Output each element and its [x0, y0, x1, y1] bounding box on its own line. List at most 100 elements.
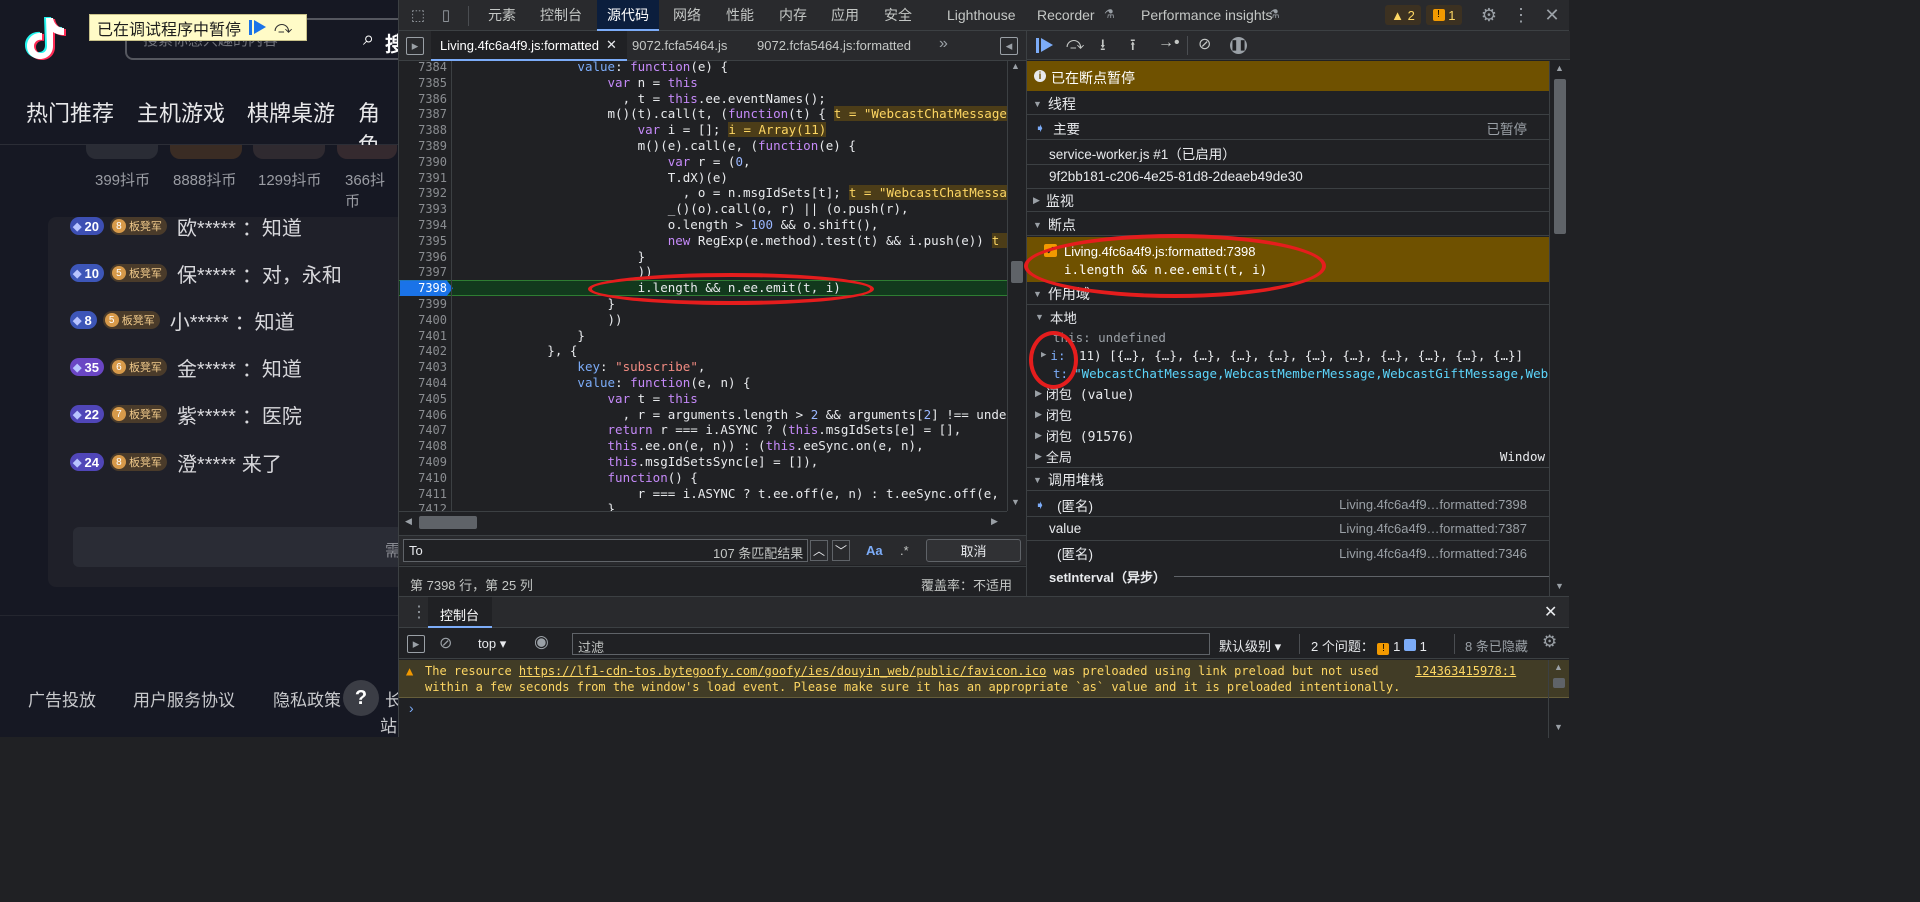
line-number[interactable]: 7386	[399, 92, 447, 106]
issues-badge[interactable]: ! 1	[1426, 5, 1462, 25]
call-frame[interactable]: ➧ (匿名) Living.4fc6a4f9…formatted:7398	[1027, 493, 1549, 517]
source-tab-active[interactable]: Living.4fc6a4f9.js:formatted ✕	[431, 31, 627, 61]
drawer-menu-icon[interactable]: ⋮	[411, 602, 427, 622]
step-into-icon[interactable]: ⭳	[1100, 34, 1106, 61]
console-scrollbar[interactable]: ▲ ▼	[1548, 660, 1569, 738]
footer-link-ads[interactable]: 广告投放	[28, 686, 96, 711]
devtools-tab[interactable]: 源代码	[597, 0, 659, 31]
line-number[interactable]: 7399	[399, 297, 447, 311]
gift-item[interactable]	[86, 145, 158, 159]
previous-match-icon[interactable]: ︿	[810, 540, 828, 561]
search-button-label[interactable]: 搜	[385, 28, 398, 57]
scroll-thumb[interactable]	[1011, 261, 1023, 283]
chat-username[interactable]: 金*****	[177, 353, 236, 382]
code-horizontal-scrollbar[interactable]: ◀ ▶	[399, 511, 1007, 532]
devtools-tab[interactable]: 网络	[663, 0, 711, 31]
line-number[interactable]: 7412	[399, 502, 447, 511]
scope-var-i[interactable]: ▶ i: (11) [{…}, {…}, {…}, {…}, {…}, {…},…	[1027, 346, 1549, 364]
console-prompt-icon[interactable]: ›	[409, 700, 414, 716]
find-input[interactable]: To 107 条匹配结果	[403, 539, 808, 562]
step-over-icon[interactable]: ⤼	[1066, 34, 1084, 54]
next-match-icon[interactable]: ﹀	[832, 540, 850, 561]
line-number[interactable]: 7405	[399, 392, 447, 406]
line-number[interactable]: 7385	[399, 76, 447, 90]
chat-message[interactable]: ◆ 24 8 板凳军 澄***** 来了	[70, 448, 282, 477]
devtools-tab[interactable]: 控制台	[530, 0, 592, 31]
line-number[interactable]: 7393	[399, 202, 447, 216]
help-icon[interactable]: ?	[343, 680, 379, 716]
console-filter-input[interactable]: 过滤	[572, 633, 1210, 655]
tiktok-logo[interactable]	[22, 14, 66, 60]
line-number[interactable]: 7400	[399, 313, 447, 327]
chat-message[interactable]: ◆ 10 5 板凳军 保***** ：对，永和	[70, 259, 342, 288]
toggle-debugger-sidebar-icon[interactable]: ◂	[1000, 37, 1018, 55]
scope-closure[interactable]: ▶ 闭包	[1027, 404, 1549, 425]
line-number[interactable]: 7396	[399, 250, 447, 264]
footer-link-partial[interactable]: 长	[385, 686, 398, 711]
more-options-icon[interactable]: ⋮	[1511, 5, 1531, 25]
line-number[interactable]: 7406	[399, 408, 447, 422]
scroll-thumb[interactable]	[419, 516, 477, 529]
call-frame[interactable]: value Living.4fc6a4f9…formatted:7387	[1027, 517, 1549, 541]
line-number[interactable]: 7389	[399, 139, 447, 153]
gift-item[interactable]	[337, 145, 397, 159]
resume-icon[interactable]	[1036, 38, 1053, 53]
warnings-badge[interactable]: ▲ 2	[1385, 5, 1421, 25]
footer-link-terms[interactable]: 用户服务协议	[133, 686, 235, 711]
inspect-element-icon[interactable]: ⬚	[409, 6, 427, 24]
line-number[interactable]: 7402	[399, 344, 447, 358]
chat-message[interactable]: ◆ 35 6 板凳军 金***** ：知道	[70, 353, 302, 382]
line-number[interactable]: 7408	[399, 439, 447, 453]
line-number[interactable]: 7388	[399, 123, 447, 137]
code-editor[interactable]: 7384 value: function(e) {7385 var n = th…	[399, 61, 1007, 511]
watch-section-header[interactable]: ▶ 监视	[1027, 190, 1549, 212]
chat-username[interactable]: 保*****	[177, 259, 236, 288]
source-tab[interactable]: 9072.fcfa5464.js:formatted	[757, 38, 911, 53]
thread-service-worker[interactable]: service-worker.js #1（已启用）	[1027, 141, 1549, 165]
drawer-console-tab[interactable]: 控制台	[428, 597, 492, 628]
toggle-navigator-icon[interactable]: ▸	[406, 37, 424, 55]
line-number[interactable]: 7391	[399, 171, 447, 185]
sidebar-scrollbar[interactable]: ▲ ▼	[1549, 61, 1570, 596]
line-number[interactable]: 7392	[399, 186, 447, 200]
category-hot[interactable]: 热门推荐	[26, 96, 114, 128]
line-number[interactable]: 7410	[399, 471, 447, 485]
step-out-icon[interactable]: ⭱	[1130, 34, 1136, 61]
close-drawer-icon[interactable]: ✕	[1544, 602, 1557, 622]
more-tabs-icon[interactable]: »	[939, 35, 948, 53]
scope-var-t[interactable]: t: "WebcastChatMessage,WebcastMemberMess…	[1027, 364, 1549, 382]
line-number[interactable]: 7411	[399, 487, 447, 501]
scope-global[interactable]: ▶ 全局 Window	[1027, 446, 1549, 468]
thread-id[interactable]: 9f2bb181-c206-4e25-81d8-2deaeb49de30	[1027, 165, 1549, 189]
line-number[interactable]: 7403	[399, 360, 447, 374]
live-expression-eye-icon[interactable]: ◉	[534, 632, 549, 652]
frame-location[interactable]: Living.4fc6a4f9…formatted:7398	[1339, 497, 1527, 512]
line-number[interactable]: 7384	[399, 61, 447, 74]
footer-link-privacy[interactable]: 隐私政策	[273, 686, 341, 711]
match-case-toggle[interactable]: Aa	[866, 543, 883, 558]
gift-item[interactable]	[253, 145, 325, 159]
line-number[interactable]: 7404	[399, 376, 447, 390]
line-number[interactable]: 7407	[399, 423, 447, 437]
callstack-section-header[interactable]: ▼ 调用堆栈	[1027, 469, 1549, 491]
device-toolbar-icon[interactable]: ▯	[437, 6, 455, 24]
devtools-tab[interactable]: 性能	[716, 0, 764, 31]
console-settings-gear-icon[interactable]: ⚙	[1542, 632, 1557, 652]
devtools-tab[interactable]: Lighthouse	[937, 0, 1026, 31]
line-number[interactable]: 7394	[399, 218, 447, 232]
chat-username[interactable]: 澄*****	[177, 448, 236, 477]
warning-url-link[interactable]: https://lf1-cdn-tos.bytegoofy.com/goofy/…	[519, 664, 1046, 678]
line-number[interactable]: 7409	[399, 455, 447, 469]
line-number[interactable]: 7398	[399, 281, 447, 295]
issues-link[interactable]: 2 个问题： ! 1 1	[1311, 636, 1427, 655]
frame-location[interactable]: Living.4fc6a4f9…formatted:7346	[1339, 546, 1527, 561]
devtools-tab[interactable]: 安全	[874, 0, 922, 31]
regex-toggle[interactable]: .*	[900, 543, 909, 558]
source-tab[interactable]: 9072.fcfa5464.js	[632, 38, 727, 53]
gift-item[interactable]	[170, 145, 242, 159]
scroll-thumb[interactable]	[1554, 79, 1566, 234]
search-icon[interactable]: ⌕	[363, 28, 374, 51]
code-vertical-scrollbar[interactable]: ▲ ▼	[1007, 61, 1026, 511]
pause-on-exceptions-icon[interactable]: ❚❚	[1230, 37, 1247, 54]
line-number[interactable]: 7387	[399, 107, 447, 121]
